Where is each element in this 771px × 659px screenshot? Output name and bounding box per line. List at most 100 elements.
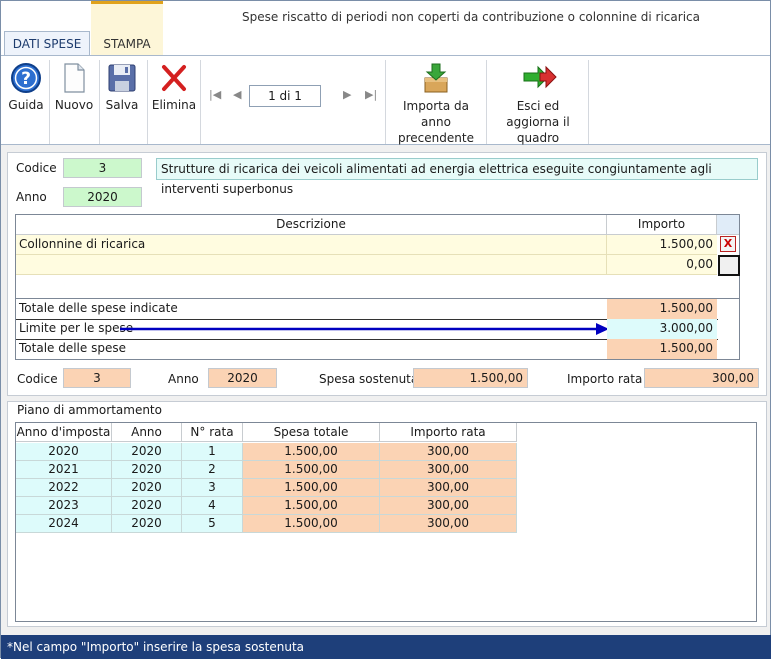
summary-anno-field: 2020 xyxy=(208,368,277,388)
col-header-descrizione: Descrizione xyxy=(16,215,607,235)
cell-spesa-totale: 1.500,00 xyxy=(243,515,380,533)
delete-x-icon xyxy=(159,62,189,94)
nuovo-button[interactable]: Nuovo xyxy=(53,62,95,112)
toolbar-separator xyxy=(49,60,50,144)
spesa-sostenuta-field: 1.500,00 xyxy=(413,368,528,388)
new-document-icon xyxy=(59,62,89,94)
status-bar: *Nel campo "Importo" inserire la spesa s… xyxy=(1,635,771,659)
tab-stampa[interactable]: STAMPA xyxy=(91,1,163,55)
importa-button[interactable]: Importa da anno precendente xyxy=(389,62,483,146)
cell-anno: 2020 xyxy=(112,443,182,461)
cell-importo-rata: 300,00 xyxy=(380,461,517,479)
nuovo-label: Nuovo xyxy=(54,98,94,112)
toolbar: ? Guida Nuovo Salva Elimina |◀ ◀ ▶ ▶| 1 … xyxy=(1,55,770,145)
tab-dati-spese[interactable]: DATI SPESE xyxy=(4,31,90,55)
import-box-icon xyxy=(421,62,451,94)
cell-importo-rata: 300,00 xyxy=(380,497,517,515)
limite-value: 3.000,00 xyxy=(607,319,717,339)
col-header-importo-rata: Importo rata xyxy=(380,423,517,442)
summary-codice-field: 3 xyxy=(63,368,131,388)
anno-label: Anno xyxy=(16,190,47,204)
col-header-anno: Anno xyxy=(112,423,182,442)
elimina-button[interactable]: Elimina xyxy=(151,62,197,112)
toolbar-separator xyxy=(200,60,201,144)
cell-spesa-totale: 1.500,00 xyxy=(243,461,380,479)
cell-anno: 2020 xyxy=(112,461,182,479)
cell-n-rata: 2 xyxy=(182,461,243,479)
importo-rata-field: 300,00 xyxy=(644,368,759,388)
cell-anno-imposta: 2021 xyxy=(16,461,112,479)
piano-title: Piano di ammortamento xyxy=(15,403,164,417)
last-record-icon[interactable]: ▶| xyxy=(365,88,377,101)
summary-anno-label: Anno xyxy=(168,372,199,386)
expense-importo-cell[interactable]: 0,00 xyxy=(607,255,717,275)
importa-label: Importa da anno precendente xyxy=(398,99,474,145)
cell-n-rata: 5 xyxy=(182,515,243,533)
descrizione-field: Strutture di ricarica dei veicoli alimen… xyxy=(156,158,758,196)
cell-spesa-totale: 1.500,00 xyxy=(243,443,380,461)
esci-button[interactable]: Esci ed aggiorna il quadro xyxy=(491,62,585,146)
app-window: STAMPA DATI SPESE Spese riscatto di peri… xyxy=(0,0,771,659)
arrow-indicator xyxy=(120,321,610,337)
window-title: Spese riscatto di periodi non coperti da… xyxy=(242,10,700,24)
cell-anno-imposta: 2023 xyxy=(16,497,112,515)
cell-importo-rata: 300,00 xyxy=(380,443,517,461)
save-icon xyxy=(107,62,137,94)
col-header-action xyxy=(717,215,739,235)
esci-label: Esci ed aggiorna il quadro xyxy=(506,99,570,145)
first-record-icon[interactable]: |◀ xyxy=(209,88,221,101)
guida-label: Guida xyxy=(8,98,44,112)
expense-desc-cell[interactable]: Collonnine di ricarica xyxy=(16,235,607,255)
help-icon: ? xyxy=(11,62,41,94)
cell-n-rata: 4 xyxy=(182,497,243,515)
guida-button[interactable]: ? Guida xyxy=(7,62,45,112)
elimina-label: Elimina xyxy=(151,98,197,112)
totale-spese-value: 1.500,00 xyxy=(607,339,717,359)
salva-button[interactable]: Salva xyxy=(103,62,141,112)
codice-field[interactable]: 3 xyxy=(63,158,142,178)
expense-importo-cell[interactable]: 1.500,00 xyxy=(607,235,717,255)
col-header-spesa-totale: Spesa totale xyxy=(243,423,380,442)
cell-anno: 2020 xyxy=(112,497,182,515)
codice-label: Codice xyxy=(16,161,57,175)
toolbar-separator xyxy=(147,60,148,144)
toolbar-separator xyxy=(588,60,589,144)
totale-spese-label: Totale delle spese xyxy=(19,341,126,355)
cell-anno: 2020 xyxy=(112,515,182,533)
cell-spesa-totale: 1.500,00 xyxy=(243,497,380,515)
cell-anno-imposta: 2020 xyxy=(16,443,112,461)
toolbar-separator xyxy=(99,60,100,144)
expenses-grid: Descrizione Importo Collonnine di ricari… xyxy=(15,214,740,360)
limite-label: Limite per le spese xyxy=(19,321,134,335)
svg-text:?: ? xyxy=(21,69,31,89)
exit-arrow-icon xyxy=(523,62,557,94)
salva-label: Salva xyxy=(105,98,139,112)
delete-row-icon[interactable]: X xyxy=(720,236,736,252)
cell-importo-rata: 300,00 xyxy=(380,479,517,497)
expense-desc-cell[interactable] xyxy=(16,255,607,275)
page-indicator[interactable]: 1 di 1 xyxy=(249,85,321,107)
col-header-n-rata: N° rata xyxy=(182,423,243,442)
totale-indicate-value: 1.500,00 xyxy=(607,299,717,319)
cell-n-rata: 1 xyxy=(182,443,243,461)
cell-anno-imposta: 2024 xyxy=(16,515,112,533)
cell-importo-rata: 300,00 xyxy=(380,515,517,533)
col-header-importo: Importo xyxy=(607,215,717,235)
importo-rata-label: Importo rata xyxy=(567,372,643,386)
summary-codice-label: Codice xyxy=(17,372,58,386)
spesa-sostenuta-label: Spesa sostenuta xyxy=(319,372,419,386)
totale-indicate-label: Totale delle spese indicate xyxy=(19,301,178,315)
focused-cell[interactable] xyxy=(718,255,740,276)
next-record-icon[interactable]: ▶ xyxy=(343,88,351,101)
toolbar-separator xyxy=(385,60,386,144)
col-header-anno-imposta: Anno d'imposta xyxy=(16,423,112,442)
cell-anno-imposta: 2022 xyxy=(16,479,112,497)
piano-table: Anno d'imposta Anno N° rata Spesa totale… xyxy=(15,422,757,622)
tab-bar: STAMPA DATI SPESE Spese riscatto di peri… xyxy=(1,1,770,55)
previous-record-icon[interactable]: ◀ xyxy=(233,88,241,101)
cell-anno: 2020 xyxy=(112,479,182,497)
cell-n-rata: 3 xyxy=(182,479,243,497)
anno-field[interactable]: 2020 xyxy=(63,187,142,207)
cell-spesa-totale: 1.500,00 xyxy=(243,479,380,497)
toolbar-separator xyxy=(486,60,487,144)
